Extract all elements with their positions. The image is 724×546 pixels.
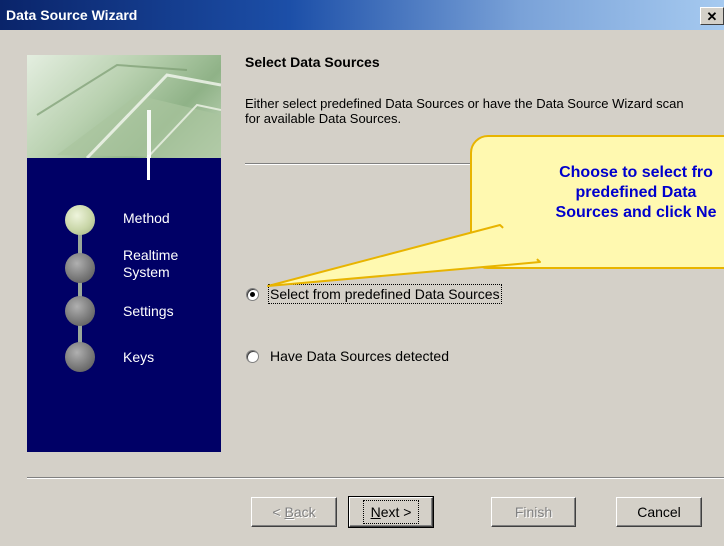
wizard-banner-image	[27, 55, 221, 158]
cancel-button[interactable]: Cancel	[616, 497, 702, 527]
back-button-accel: B	[284, 504, 294, 520]
back-button-prefix: <	[272, 504, 285, 520]
step-settings-dot	[65, 296, 95, 326]
next-button-accel: N	[370, 504, 381, 520]
finish-button-label: Finish	[514, 504, 553, 520]
radio-predefined-label[interactable]: Select from predefined Data Sources	[268, 284, 502, 304]
radio-predefined-button[interactable]	[246, 287, 259, 301]
back-button-rest: ack	[293, 504, 316, 520]
callout-text: Choose to select fro predefined Data Sou…	[555, 164, 717, 221]
banner-stem	[147, 155, 150, 180]
step-keys-dot	[65, 342, 95, 372]
step-realtime-system-label: Realtime System	[123, 247, 179, 280]
step-settings-label: Settings	[123, 303, 174, 319]
window-title: Data Source Wizard	[6, 7, 138, 23]
back-button[interactable]: < Back	[251, 497, 337, 527]
step-keys-label: Keys	[123, 349, 155, 365]
radio-option-detected[interactable]: Have Data Sources detected	[246, 348, 449, 364]
page-title: Select Data Sources	[245, 54, 380, 70]
radio-option-predefined[interactable]: Select from predefined Data Sources	[246, 284, 502, 304]
close-icon: ✕	[706, 9, 718, 24]
close-button[interactable]: ✕	[700, 7, 724, 25]
page-description: Either select predefined Data Sources or…	[245, 96, 684, 126]
radio-detected-button[interactable]	[246, 349, 259, 363]
radio-detected-label[interactable]: Have Data Sources detected	[270, 348, 449, 364]
footer-divider	[27, 477, 724, 479]
wizard-side-panel: Method Realtime System Settings Keys	[27, 55, 221, 452]
next-button-rest: ext >	[380, 504, 412, 520]
title-bar: Data Source Wizard ✕	[0, 0, 724, 30]
step-method-label: Method	[123, 210, 170, 226]
step-track	[78, 220, 82, 360]
cancel-button-label: Cancel	[637, 504, 681, 520]
next-button-label: Next >	[362, 500, 420, 524]
step-realtime-system-dot	[65, 253, 95, 283]
finish-button[interactable]: Finish	[491, 497, 576, 527]
step-method-dot	[65, 205, 95, 235]
next-button[interactable]: Next >	[348, 496, 434, 528]
